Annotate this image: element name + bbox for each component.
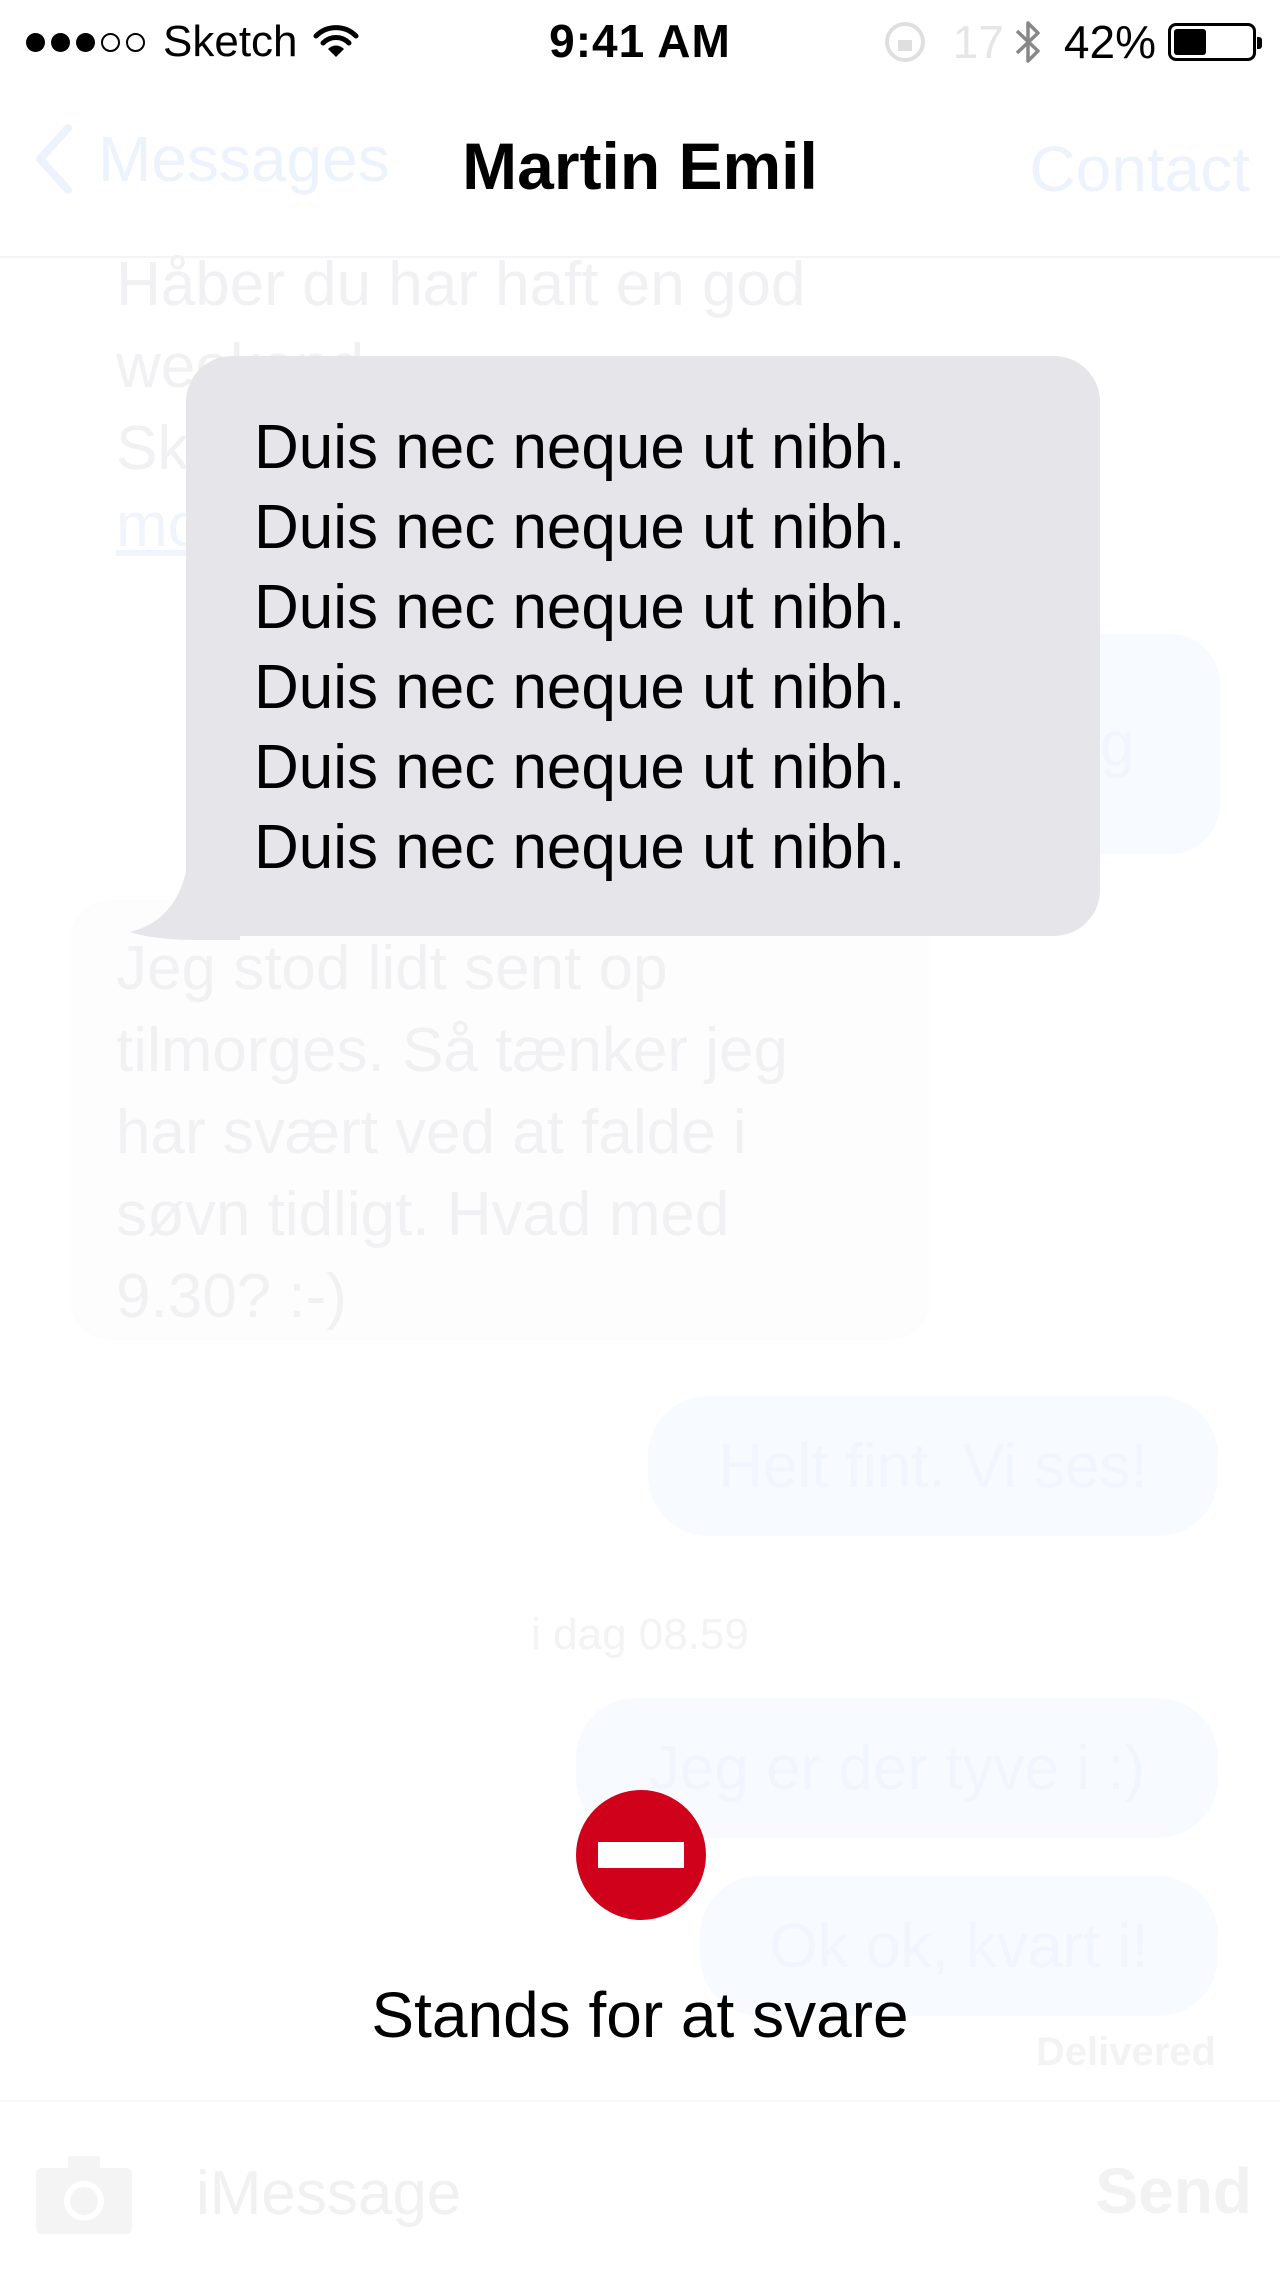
popup-line: Duis nec neque ut nibh. <box>254 813 906 882</box>
message-line: har svært ved at falde i <box>116 1098 747 1167</box>
navigation-bar: Messages Martin Emil Contact <box>0 80 1280 258</box>
status-hidden-number: 17 <box>952 16 1004 68</box>
send-button[interactable]: Send <box>1096 2154 1252 2228</box>
message-line: Jeg stod lidt sent op <box>116 934 668 1003</box>
battery-icon <box>1168 23 1262 61</box>
popup-line: Duis nec neque ut nibh. <box>254 653 906 722</box>
message-line: 9.30? :-) <box>116 1262 347 1331</box>
message-line: tilmorges. Så tænker jeg <box>116 1016 788 1085</box>
popup-line: Duis nec neque ut nibh. <box>254 733 906 802</box>
alert-label: Stands for at svare <box>371 1979 909 2051</box>
message-input-bar: Send <box>0 2100 1280 2274</box>
battery-nub <box>1257 37 1262 49</box>
popup-message-text: Duis nec neque ut nibh. Duis nec neque u… <box>254 408 905 888</box>
popup-line: Duis nec neque ut nibh. <box>254 493 906 562</box>
message-link[interactable]: g <box>1100 709 1134 780</box>
no-entry-bar <box>598 1842 684 1868</box>
battery-fill <box>1174 29 1206 55</box>
contact-button[interactable]: Contact <box>1029 132 1250 206</box>
outgoing-message-1: Helt fint. Vi ses! <box>648 1396 1218 1536</box>
status-bar: Sketch 9:41 AM 17 42% <box>0 0 1280 80</box>
rotation-lock-icon <box>884 22 925 62</box>
message-line: Håber du har haft en god <box>116 250 806 319</box>
no-entry-icon <box>576 1790 706 1920</box>
incoming-message-2: Jeg stod lidt sent op tilmorges. Så tænk… <box>116 928 788 1338</box>
status-right-group: 17 42% <box>883 14 1262 70</box>
camera-icon[interactable] <box>34 2152 134 2236</box>
message-timestamp: i dag 08.59 <box>531 1610 749 1659</box>
message-input[interactable] <box>176 2142 1098 2244</box>
popup-line: Duis nec neque ut nibh. <box>254 573 906 642</box>
bluetooth-icon <box>1015 21 1040 63</box>
popup-line: Duis nec neque ut nibh. <box>254 413 906 482</box>
battery-percentage: 42% <box>1063 16 1156 68</box>
message-line: søvn tidligt. Hvad med <box>116 1180 730 1249</box>
